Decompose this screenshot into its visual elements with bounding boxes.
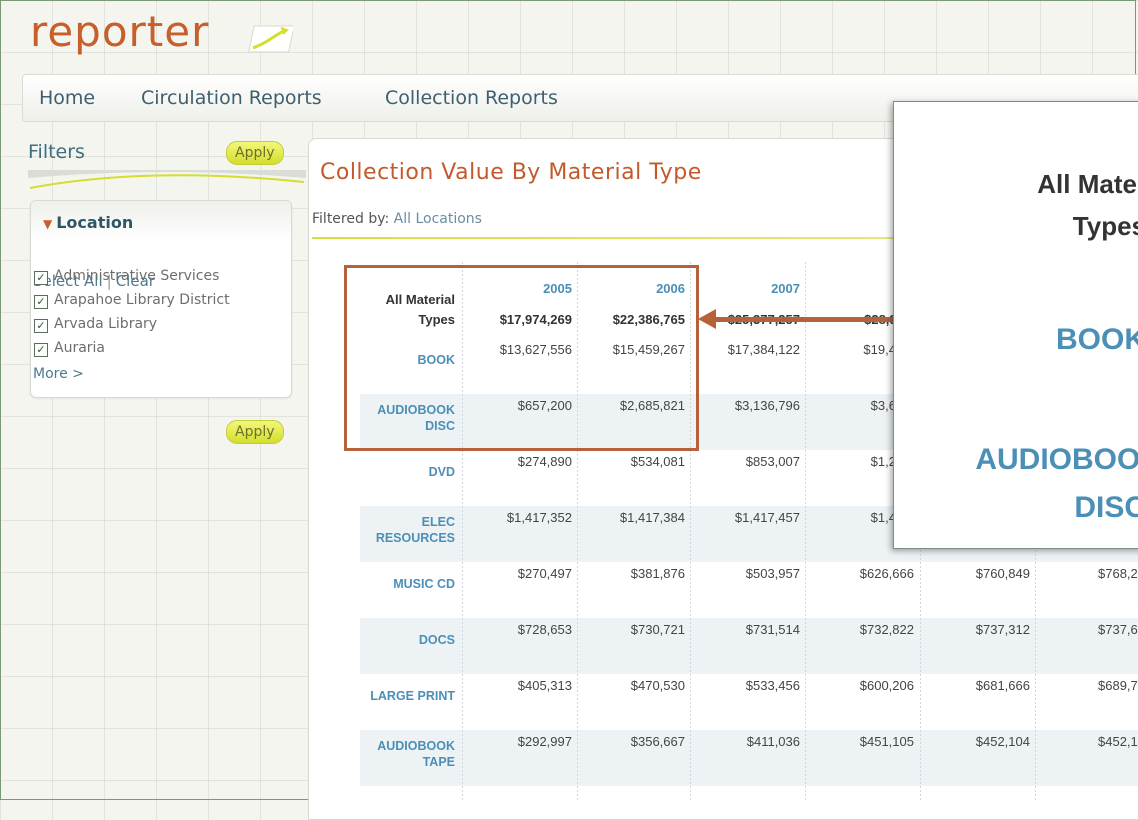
location-option[interactable]: ✓ Auraria bbox=[34, 340, 105, 357]
location-option-label: Arapahoe Library District bbox=[54, 292, 230, 308]
table-cell: $17,384,122 bbox=[727, 342, 800, 357]
table-cell: $451,105 bbox=[859, 734, 914, 749]
location-option-label: Auraria bbox=[54, 340, 106, 356]
table-cell: $452,14 bbox=[1098, 734, 1138, 749]
zoom-row-audiobook: AUDIOBOOK bbox=[975, 443, 1138, 476]
table-cell: $1,417,352 bbox=[506, 510, 572, 525]
table-cell: $356,667 bbox=[630, 734, 685, 749]
zoom-row-book: BOOK bbox=[1056, 323, 1138, 356]
zoom-row-disc: DISC bbox=[1074, 491, 1138, 524]
checkbox-checked-icon[interactable]: ✓ bbox=[34, 343, 48, 357]
row-label[interactable]: LARGE PRINT bbox=[370, 688, 455, 704]
more-locations-link[interactable]: More > bbox=[33, 366, 84, 382]
table-cell: $452,104 bbox=[975, 734, 1030, 749]
table-cell: $274,890 bbox=[517, 454, 572, 469]
nav-home[interactable]: Home bbox=[39, 87, 95, 109]
table-cell: $760,849 bbox=[975, 566, 1030, 581]
row-label[interactable]: AUDIOBOOK bbox=[377, 738, 455, 754]
app-logo[interactable]: reporter bbox=[30, 7, 293, 64]
row-label[interactable]: RESOURCES bbox=[376, 530, 455, 546]
row-label[interactable]: DVD bbox=[429, 464, 455, 480]
table-cell: $728,653 bbox=[517, 622, 572, 637]
chart-trend-icon bbox=[248, 25, 293, 53]
table-cell: $681,666 bbox=[975, 678, 1030, 693]
table-cell: $731,514 bbox=[745, 622, 800, 637]
table-cell: $292,997 bbox=[517, 734, 572, 749]
checkbox-checked-icon[interactable]: ✓ bbox=[34, 319, 48, 333]
table-cell: $730,721 bbox=[630, 622, 685, 637]
table-cell: $405,313 bbox=[517, 678, 572, 693]
table-cell: $732,822 bbox=[859, 622, 914, 637]
table-cell: $1,417,457 bbox=[734, 510, 800, 525]
table-cell: $533,456 bbox=[745, 678, 800, 693]
zoom-callout: All Material Types BOOK AUDIOBOOK DISC bbox=[893, 101, 1138, 549]
table-cell: $3,136,796 bbox=[734, 398, 800, 413]
table-cell: $1,417,384 bbox=[619, 510, 685, 525]
column-separator bbox=[805, 262, 806, 802]
zoom-header-line2: Types bbox=[1072, 211, 1138, 241]
table-cell: $689,78 bbox=[1098, 678, 1138, 693]
location-filter-title: Location bbox=[56, 213, 134, 232]
location-option[interactable]: ✓ Administrative Services bbox=[34, 268, 219, 285]
row-label[interactable]: DOCS bbox=[419, 632, 455, 648]
nav-circulation-reports[interactable]: Circulation Reports bbox=[141, 87, 322, 109]
checkbox-checked-icon[interactable]: ✓ bbox=[34, 271, 48, 285]
nav-collection-reports[interactable]: Collection Reports bbox=[385, 87, 558, 109]
location-option-label: Administrative Services bbox=[54, 268, 220, 284]
filtered-by-label: Filtered by: bbox=[312, 211, 390, 227]
zoom-header-line1: All Material bbox=[1037, 169, 1138, 199]
arrow-shaft bbox=[712, 317, 912, 322]
row-label[interactable]: ELEC bbox=[422, 514, 455, 530]
row-label[interactable]: TAPE bbox=[423, 754, 455, 770]
table-cell: $853,007 bbox=[745, 454, 800, 469]
table-cell: $470,530 bbox=[630, 678, 685, 693]
table-cell: $534,081 bbox=[630, 454, 685, 469]
year-column-header[interactable]: 2007 bbox=[771, 281, 800, 296]
table-cell: $411,036 bbox=[746, 734, 800, 749]
highlight-frame bbox=[344, 265, 699, 451]
report-title: Collection Value By Material Type bbox=[320, 160, 702, 185]
table-cell: $600,206 bbox=[859, 678, 914, 693]
table-cell: $768,20 bbox=[1098, 566, 1138, 581]
filtered-by-value: All Locations bbox=[393, 211, 482, 227]
arrow-left-icon bbox=[698, 309, 716, 329]
apply-button-bottom[interactable]: Apply bbox=[226, 420, 284, 444]
table-cell: $737,65 bbox=[1098, 622, 1138, 637]
decorative-swoosh bbox=[28, 170, 306, 189]
checkbox-checked-icon[interactable]: ✓ bbox=[34, 295, 48, 309]
location-option[interactable]: ✓ Arvada Library bbox=[34, 316, 157, 333]
table-cell: $270,497 bbox=[517, 566, 572, 581]
filtered-by-line: Filtered by: All Locations bbox=[312, 211, 482, 227]
collapse-triangle-icon: ▼ bbox=[43, 217, 53, 231]
table-cell: $626,666 bbox=[859, 566, 914, 581]
table-cell: $381,876 bbox=[630, 566, 685, 581]
location-filter-header[interactable]: ▼ Location bbox=[31, 201, 291, 241]
logo-text: reporter bbox=[30, 7, 210, 56]
location-option-label: Arvada Library bbox=[54, 316, 158, 332]
row-label[interactable]: MUSIC CD bbox=[393, 576, 455, 592]
table-cell: $737,312 bbox=[975, 622, 1030, 637]
table-cell: $503,957 bbox=[745, 566, 800, 581]
location-option[interactable]: ✓ Arapahoe Library District bbox=[34, 292, 230, 309]
